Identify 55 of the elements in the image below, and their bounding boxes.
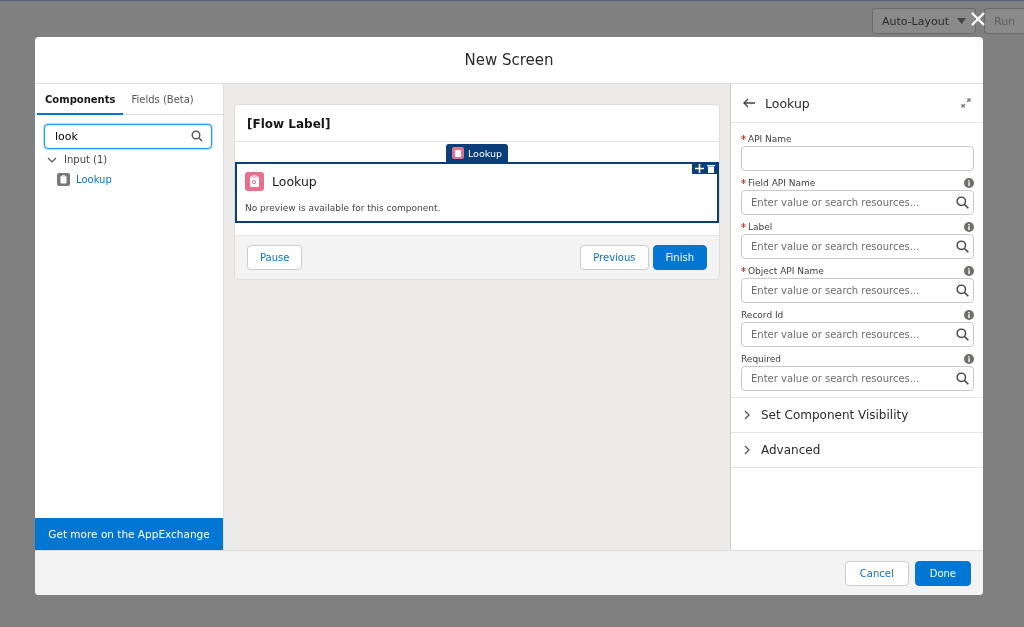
group-label[interactable]: Input (1): [64, 154, 108, 165]
panel-tab[interactable]: Components: [37, 84, 124, 115]
move-icon[interactable]: [695, 164, 704, 173]
panel-tab[interactable]: Fields (Beta): [123, 84, 202, 115]
chevron-icon[interactable]: [743, 445, 751, 455]
clipboard-icon: [57, 173, 70, 186]
back-arrow-icon[interactable]: [743, 98, 755, 108]
field-label: Label: [748, 221, 773, 232]
input-field[interactable]: Enter value or search resources...: [741, 278, 974, 303]
properties-title: Lookup: [765, 95, 811, 111]
search-icon: [956, 372, 969, 385]
clipboard-icon: [452, 147, 464, 159]
clipboard-icon: [245, 172, 264, 191]
component-link[interactable]: Lookup: [76, 174, 112, 185]
section-header[interactable]: Set Component Visibility: [761, 408, 909, 422]
input-field[interactable]: Enter value or search resources...: [741, 190, 974, 215]
search-icon: [956, 284, 969, 297]
navigation-button[interactable]: Finish: [652, 245, 707, 270]
trash-icon[interactable]: [707, 164, 715, 173]
chevron-icon[interactable]: [743, 410, 751, 420]
info-icon[interactable]: [964, 177, 974, 188]
expand-icon[interactable]: [961, 98, 971, 108]
preview-message: No preview is available for this component.: [245, 203, 442, 213]
search-icon: [191, 130, 203, 142]
input-field[interactable]: Enter value or search resources...: [741, 366, 974, 391]
flow-label: [Flow Label]: [247, 117, 331, 131]
field-label: Record Id: [741, 309, 784, 320]
pause-button[interactable]: Pause: [247, 245, 303, 270]
input-field[interactable]: Enter value or search resources...: [741, 234, 974, 259]
info-icon[interactable]: [964, 265, 974, 276]
footer-button[interactable]: Done: [914, 560, 971, 586]
auto-layout-dropdown[interactable]: Auto-Layout: [871, 8, 976, 34]
field-label: Field API Name: [748, 177, 816, 188]
component-preview[interactable]: Lookup No preview is available for this component.: [235, 162, 719, 223]
appexchange-link[interactable]: Get more on the AppExchange: [35, 518, 223, 550]
component-title: Lookup: [272, 174, 317, 189]
search-icon: [956, 328, 969, 341]
field-label: Required: [741, 353, 782, 364]
navigation-button[interactable]: Previous: [580, 245, 649, 270]
info-icon[interactable]: [964, 309, 974, 320]
field-label: Object API Name: [748, 265, 824, 276]
section-header[interactable]: Advanced: [761, 443, 821, 457]
footer-button[interactable]: Cancel: [844, 560, 909, 586]
modal-title: New Screen: [464, 51, 554, 69]
info-icon[interactable]: [964, 353, 974, 364]
input-field[interactable]: [741, 146, 974, 171]
component-tab[interactable]: Lookup: [446, 144, 508, 162]
close-icon[interactable]: [970, 11, 986, 27]
input-field[interactable]: Enter value or search resources...: [741, 322, 974, 347]
search-field[interactable]: look: [44, 124, 212, 149]
search-icon: [956, 196, 969, 209]
search-icon: [956, 240, 969, 253]
field-label: API Name: [748, 133, 792, 144]
caret-icon: [957, 18, 966, 24]
info-icon[interactable]: [964, 221, 974, 232]
